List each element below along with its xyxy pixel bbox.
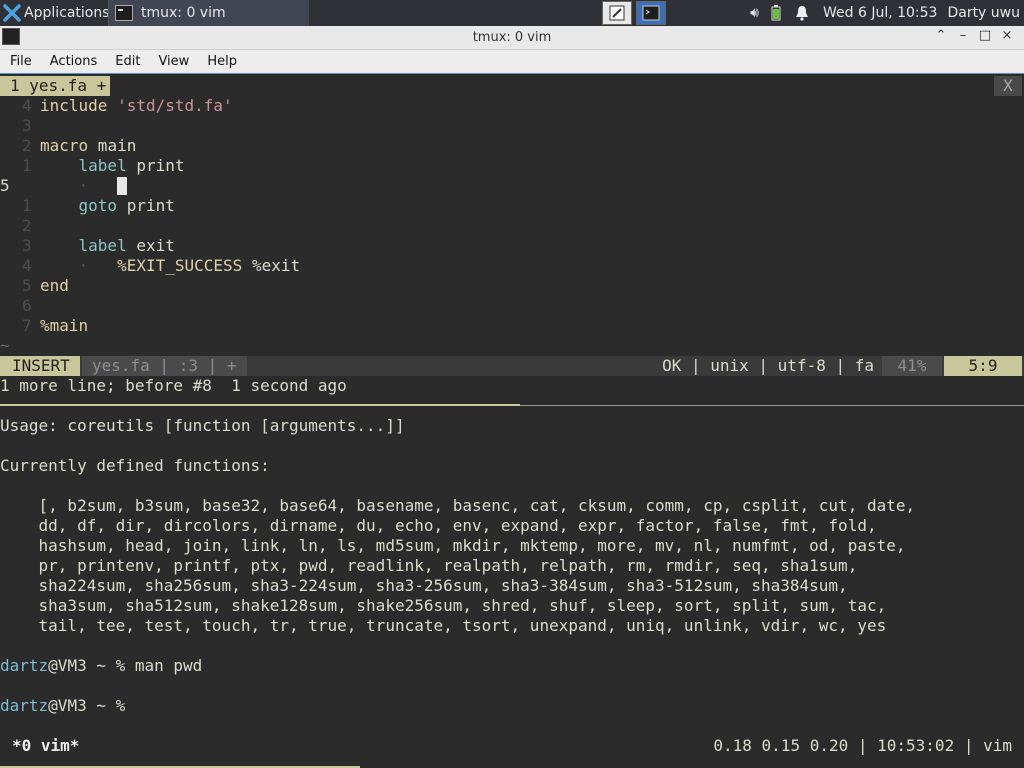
code-line: 2 xyxy=(22,216,32,235)
tmux-window-tab[interactable]: *0 vim* xyxy=(12,736,79,756)
minimize-button[interactable]: – xyxy=(952,28,974,46)
vim-buffer[interactable]: 4 include 'std/std.fa' 3 2 macro main 1 la… xyxy=(0,96,1024,356)
code-line: 5 end xyxy=(22,276,69,295)
empty-line-marker: ~ xyxy=(0,336,10,355)
menu-actions[interactable]: Actions xyxy=(40,54,106,69)
code-line: 4 · %EXIT_SUCCESS %exit xyxy=(22,256,301,275)
code-line: 4 include 'std/std.fa' xyxy=(22,96,233,115)
function-list-line: [, b2sum, b3sum, base32, base64, basenam… xyxy=(0,496,916,515)
shell-pane[interactable]: Usage: coreutils [function [arguments...… xyxy=(0,416,1024,716)
function-list-line: pr, printenv, printf, ptx, pwd, readlink… xyxy=(0,556,858,575)
applications-menu[interactable]: Applications xyxy=(0,0,110,26)
terminal-area[interactable]: 1 yes.fa + X 4 include 'std/std.fa' 3 2 ma… xyxy=(0,74,1024,768)
maximize-button[interactable]: □ xyxy=(974,28,996,46)
menu-file[interactable]: File xyxy=(0,54,40,69)
text-cursor xyxy=(117,177,128,195)
user-name[interactable]: Darty uwu xyxy=(947,5,1020,21)
clock[interactable]: Wed 6 Jul, 10:53 xyxy=(823,5,937,21)
prompt-host: @VM3 ~ % xyxy=(48,656,135,675)
terminal-icon xyxy=(642,5,660,21)
menubar: File Actions Edit View Help xyxy=(0,50,1024,73)
shell-line: Usage: coreutils [function [arguments...… xyxy=(0,416,405,435)
tmux-status-bar: *0 vim* 0.18 0.15 0.20 | 10:53:02 | vim xyxy=(0,736,1024,758)
code-line: 3 xyxy=(22,116,32,135)
tmux-active-pane-indicator xyxy=(0,404,520,406)
window-title: tmux: 0 vim xyxy=(472,30,552,45)
applications-label: Applications xyxy=(24,5,110,21)
edit-icon xyxy=(609,5,625,21)
code-line-current: 5 · xyxy=(0,176,1024,196)
code-line: 7 %main xyxy=(22,316,89,335)
code-line: 2 macro main xyxy=(22,136,137,155)
shade-icon[interactable]: ⌃ xyxy=(930,28,952,46)
function-list-line: tail, tee, test, touch, tr, true, trunca… xyxy=(0,616,887,635)
menu-edit[interactable]: Edit xyxy=(105,54,148,69)
code-line: 3 label exit xyxy=(22,236,175,255)
notification-bell-icon[interactable] xyxy=(795,5,809,21)
vim-cursor-position: 5:9 xyxy=(944,356,1022,376)
window-titlebar[interactable]: tmux: 0 vim ⌃ – □ × xyxy=(0,26,1024,50)
code-line: 1 goto print xyxy=(22,196,175,215)
volume-icon[interactable]: 🔊︎ xyxy=(750,5,759,21)
function-list-line: dd, df, dir, dircolors, dirname, du, ech… xyxy=(0,516,877,535)
code-line: 6 xyxy=(22,296,32,315)
taskbar-item-label: tmux: 0 vim xyxy=(141,5,226,21)
menu-help[interactable]: Help xyxy=(197,54,245,69)
prompt-user: dartz xyxy=(0,696,49,715)
vim-scroll-percent: 41% xyxy=(882,356,942,376)
workspace-2[interactable] xyxy=(636,1,666,25)
function-list-line: hashsum, head, join, link, ln, ls, md5su… xyxy=(0,536,906,555)
vim-mode-indicator: INSERT xyxy=(0,356,80,376)
system-tray: 🔊︎ Wed 6 Jul, 10:53 Darty uwu xyxy=(750,0,1024,26)
vim-file-format: OK | unix | utf-8 | fa xyxy=(662,356,874,375)
vim-message-line: 1 more line; before #8 1 second ago xyxy=(0,376,347,395)
close-button[interactable]: × xyxy=(996,28,1018,46)
top-panel: Applications tmux: 0 vim 🔊︎ Wed 6 Jul, 1… xyxy=(0,0,1024,26)
vim-tabline: 1 yes.fa + X xyxy=(0,76,1024,96)
terminal-icon xyxy=(115,5,133,21)
window-controls: ⌃ – □ × xyxy=(930,28,1018,46)
tmux-status-right: 0.18 0.15 0.20 | 10:53:02 | vim xyxy=(713,736,1012,755)
shell-prompt-line: dartz@VM3 ~ % man pwd xyxy=(0,656,1024,676)
prompt-user: dartz xyxy=(0,656,49,675)
xfce-logo-icon xyxy=(3,4,21,22)
workspace-1[interactable] xyxy=(602,1,632,25)
shell-command: man pwd xyxy=(134,656,203,675)
vim-tab-close-button[interactable]: X xyxy=(994,76,1022,96)
vim-file-info: yes.fa | :3 | + xyxy=(82,356,247,376)
vim-statusline: INSERT yes.fa | :3 | + OK | unix | utf-8… xyxy=(0,356,1024,376)
code-line: 1 label print xyxy=(22,156,185,175)
vim-tab-active[interactable]: 1 yes.fa + xyxy=(0,76,111,96)
prompt-host: @VM3 ~ % xyxy=(48,696,135,715)
function-list-line: sha224sum, sha256sum, sha3-224sum, sha3-… xyxy=(0,576,848,595)
shell-line: Currently defined functions: xyxy=(0,456,270,475)
menu-view[interactable]: View xyxy=(148,54,197,69)
battery-icon[interactable] xyxy=(769,4,783,22)
taskbar-item-terminal[interactable]: tmux: 0 vim xyxy=(108,0,309,26)
shell-prompt-line[interactable]: dartz@VM3 ~ % xyxy=(0,696,1024,716)
function-list-line: sha3sum, sha512sum, shake128sum, shake25… xyxy=(0,596,887,615)
